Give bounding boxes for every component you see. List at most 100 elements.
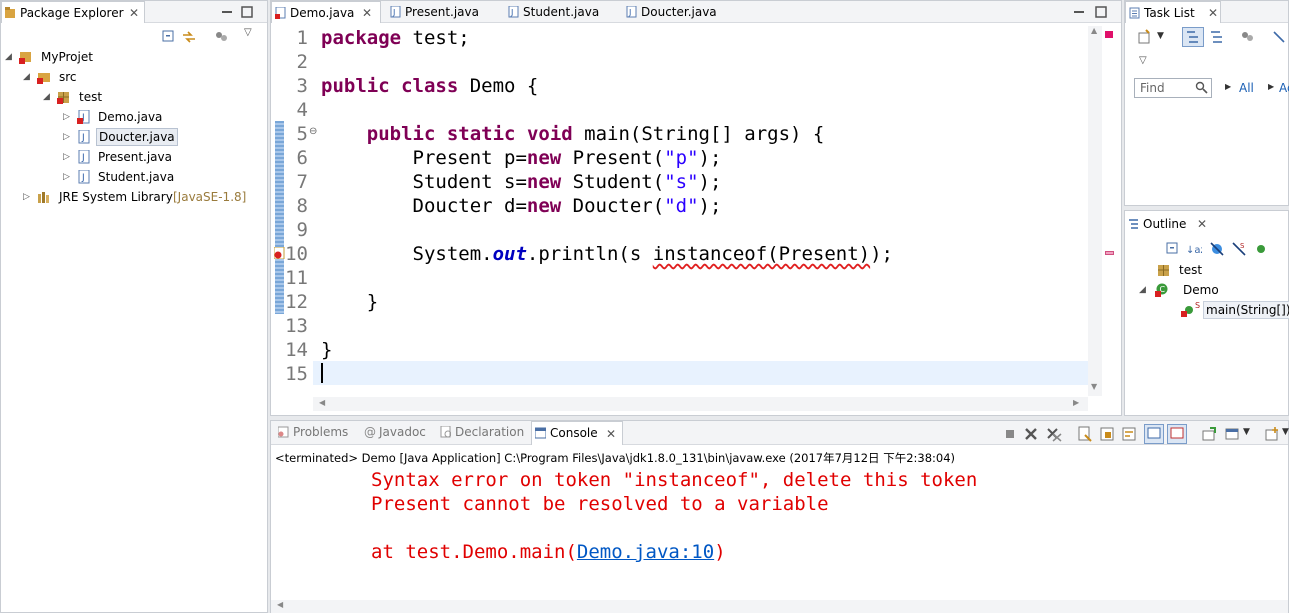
expanded-twisty-icon[interactable]: ◢ xyxy=(23,67,33,87)
tab-console[interactable]: Console ✕ xyxy=(531,421,623,445)
console-status: <terminated> Demo [Java Application] C:\… xyxy=(275,451,956,465)
collapsed-twisty-icon[interactable]: ▷ xyxy=(63,147,73,167)
dropdown-icon[interactable]: ▼ xyxy=(1157,31,1164,41)
tab-task-list[interactable]: Task List ✕ xyxy=(1125,1,1221,23)
tree-item-project[interactable]: ◢ MyProjet xyxy=(5,47,205,67)
tab-package-explorer[interactable]: Package Explorer ✕ xyxy=(1,1,145,23)
scroll-lock-icon[interactable] xyxy=(1099,426,1115,442)
vertical-scrollbar[interactable]: ▲ ▼ xyxy=(1088,26,1102,396)
project-error-icon xyxy=(19,52,31,64)
tree-item-src[interactable]: ◢ src xyxy=(23,67,223,87)
tree-item-doucter-java[interactable]: ▷ J Doucter.java xyxy=(63,127,263,147)
dropdown-icon[interactable]: ▼ xyxy=(1282,427,1289,437)
collapsed-twisty-icon[interactable]: ▷ xyxy=(63,127,73,147)
tab-demo-java[interactable]: Demo.java ✕ xyxy=(271,1,381,23)
remove-launch-icon[interactable] xyxy=(1023,426,1039,442)
close-icon[interactable]: ✕ xyxy=(129,2,139,24)
scroll-right-icon[interactable]: ▶ xyxy=(1073,398,1079,407)
filter-icon[interactable] xyxy=(1239,29,1255,45)
view-menu-icon[interactable]: ▽ xyxy=(244,27,252,38)
find-field[interactable]: Find xyxy=(1134,78,1212,98)
collapse-icon[interactable] xyxy=(1271,29,1287,45)
code-line-1[interactable]: package test; xyxy=(321,26,470,50)
all-link[interactable]: All xyxy=(1239,81,1254,95)
tree-item-present-java[interactable]: ▷ J Present.java xyxy=(63,147,263,167)
expanded-twisty-icon[interactable]: ◢ xyxy=(43,87,53,107)
word-wrap-icon[interactable] xyxy=(1121,426,1137,442)
link-with-editor-icon[interactable] xyxy=(181,29,197,45)
horizontal-scrollbar[interactable]: ◀ ▶ xyxy=(313,397,1088,411)
scheduled-icon[interactable] xyxy=(1208,29,1224,45)
code-line-7[interactable]: Student s=new Student("s"); xyxy=(321,170,722,194)
line-number: 2 xyxy=(296,51,308,73)
code-line-3[interactable]: public class Demo { xyxy=(321,74,538,98)
tab-present-java[interactable]: J Present.java xyxy=(387,1,497,23)
show-on-stdout-icon[interactable] xyxy=(1144,424,1164,444)
code-line-6[interactable]: Present p=new Present("p"); xyxy=(321,146,722,170)
expanded-twisty-icon[interactable]: ◢ xyxy=(5,47,15,67)
code-line-8[interactable]: Doucter d=new Doucter("d"); xyxy=(321,194,722,218)
hide-static-icon[interactable]: S xyxy=(1231,241,1247,257)
search-icon[interactable] xyxy=(1195,81,1208,94)
terminate-icon[interactable] xyxy=(1002,426,1018,442)
new-task-icon[interactable] xyxy=(1137,29,1153,45)
tree-item-package-test[interactable]: ◢ test xyxy=(43,87,243,107)
pin-console-icon[interactable] xyxy=(1201,426,1217,442)
clear-console-icon[interactable] xyxy=(1077,426,1093,442)
scroll-up-icon[interactable]: ▲ xyxy=(1091,26,1097,35)
close-icon[interactable]: ✕ xyxy=(1197,213,1207,235)
scroll-down-icon[interactable]: ▼ xyxy=(1091,382,1097,391)
collapsed-twisty-icon[interactable]: ▷ xyxy=(63,107,73,127)
minimize-icon[interactable] xyxy=(1071,4,1087,20)
code-line-5[interactable]: public static void main(String[] args) { xyxy=(321,122,825,146)
overview-error-marker[interactable] xyxy=(1105,251,1114,255)
hide-fields-icon[interactable] xyxy=(1209,241,1225,257)
sort-icon[interactable]: ↓az xyxy=(1186,241,1202,257)
close-icon[interactable]: ✕ xyxy=(606,423,616,445)
stack-source-link[interactable]: Demo.java:10 xyxy=(577,541,714,563)
expanded-twisty-icon[interactable]: ◢ xyxy=(1139,280,1149,300)
horizontal-scrollbar[interactable]: ◀ xyxy=(271,600,1288,613)
hide-non-public-icon[interactable] xyxy=(1253,241,1269,257)
tree-item-jre-library[interactable]: ▷ JRE System Library [JavaSE-1.8] xyxy=(23,187,263,207)
outline-item-package[interactable]: test xyxy=(1157,260,1277,280)
tab-student-java[interactable]: J Student.java xyxy=(505,1,615,23)
code-line-12[interactable]: } xyxy=(321,290,378,314)
collapse-all-icon[interactable] xyxy=(161,29,177,45)
tab-doucter-java[interactable]: J Doucter.java xyxy=(623,1,733,23)
tab-problems[interactable]: Problems xyxy=(275,421,359,443)
fold-toggle-icon[interactable]: ⊖ xyxy=(309,126,317,137)
show-on-stderr-icon[interactable] xyxy=(1167,424,1187,444)
tree-item-student-java[interactable]: ▷ J Student.java xyxy=(63,167,263,187)
collapsed-twisty-icon[interactable]: ▷ xyxy=(63,167,73,187)
view-menu-icon[interactable]: ▽ xyxy=(1139,55,1147,66)
minimize-icon[interactable] xyxy=(219,4,235,20)
remove-all-terminated-icon[interactable] xyxy=(1046,426,1062,442)
error-marker-icon[interactable] xyxy=(274,247,286,259)
close-icon[interactable]: ✕ xyxy=(1208,2,1218,24)
scroll-left-icon[interactable]: ◀ xyxy=(277,600,283,609)
code-line-14[interactable]: } xyxy=(321,338,332,362)
tab-declaration[interactable]: Declaration xyxy=(437,421,529,443)
close-icon[interactable]: ✕ xyxy=(362,2,372,24)
open-console-icon[interactable] xyxy=(1264,426,1280,442)
tab-outline[interactable]: Outline ✕ xyxy=(1125,213,1215,235)
code-line-10[interactable]: System.out.println(s instanceof(Present)… xyxy=(321,242,893,266)
tree-item-label: src xyxy=(59,70,77,84)
filter-icon[interactable] xyxy=(213,29,229,45)
activate-link[interactable]: Ac xyxy=(1279,81,1289,95)
categorized-icon[interactable] xyxy=(1182,27,1204,47)
outline-item-class[interactable]: ◢ C Demo xyxy=(1139,280,1279,300)
scroll-left-icon[interactable]: ◀ xyxy=(319,398,325,407)
maximize-icon[interactable] xyxy=(1093,4,1109,20)
tree-item-demo-java[interactable]: ▷ J Demo.java xyxy=(63,107,263,127)
dropdown-icon[interactable]: ▼ xyxy=(1243,427,1250,437)
tab-javadoc[interactable]: @ Javadoc xyxy=(361,421,433,443)
maximize-icon[interactable] xyxy=(239,4,255,20)
outline-item-method[interactable]: S main(String[]) xyxy=(1181,300,1289,320)
overview-error-marker[interactable] xyxy=(1105,31,1113,38)
collapsed-twisty-icon[interactable]: ▷ xyxy=(23,187,33,207)
console-stack-line: at test.Demo.main(Demo.java:10) xyxy=(371,540,726,564)
collapse-all-icon[interactable] xyxy=(1165,241,1181,257)
display-selected-console-icon[interactable] xyxy=(1224,426,1240,442)
